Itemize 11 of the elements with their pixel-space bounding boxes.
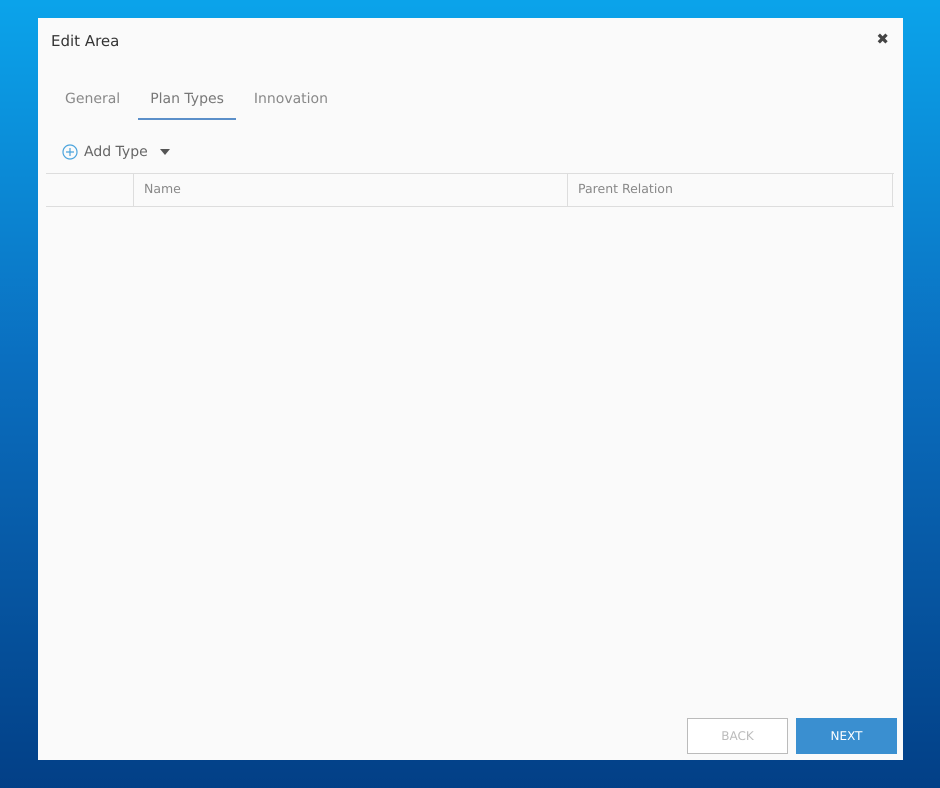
tab[interactable]: Plan Types [138, 82, 236, 120]
next-button[interactable]: NEXT [796, 718, 897, 754]
tab[interactable]: General [53, 82, 132, 120]
add-type-button[interactable]: Add Type [62, 142, 170, 162]
column-header: Name [133, 174, 567, 206]
column-header: Parent Relation [567, 174, 893, 206]
tab[interactable]: Innovation [242, 82, 340, 120]
close-button[interactable]: ✖ [876, 28, 889, 50]
plus-circle-icon [62, 144, 78, 160]
caret-icon [160, 149, 170, 155]
dialog-title: Edit Area [51, 31, 120, 52]
